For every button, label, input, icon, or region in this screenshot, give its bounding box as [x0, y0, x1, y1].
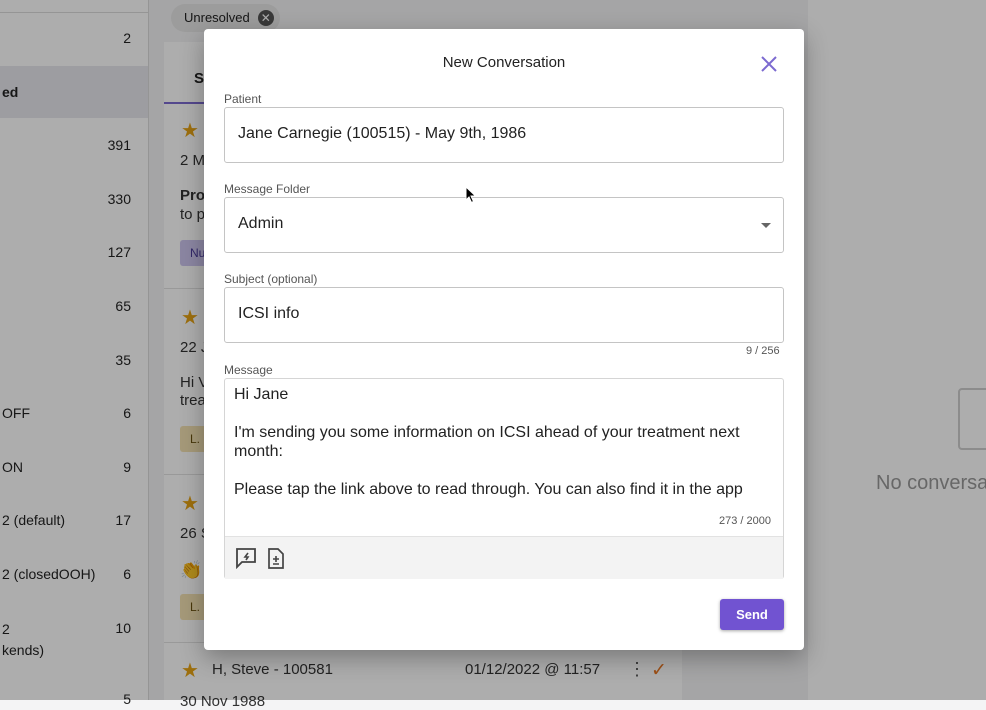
dialog-title: New Conversation: [442, 54, 566, 71]
message-textarea[interactable]: Hi Jane I'm sending you some information…: [224, 378, 784, 579]
message-text: Hi Jane I'm sending you some information…: [234, 386, 743, 498]
patient-label: Patient: [224, 92, 262, 106]
close-icon[interactable]: [757, 52, 781, 76]
send-button[interactable]: Send: [720, 599, 784, 630]
message-label: Message: [224, 363, 273, 377]
subject-label: Subject (optional): [224, 272, 318, 286]
dropdown-caret-icon: [761, 223, 771, 228]
new-conversation-dialog: New Conversation Patient Jane Carnegie (…: [204, 29, 804, 650]
quick-reply-icon[interactable]: [235, 547, 257, 569]
patient-value: Jane Carnegie (100515) - May 9th, 1986: [238, 125, 527, 142]
patient-field[interactable]: Jane Carnegie (100515) - May 9th, 1986: [224, 107, 784, 163]
message-folder-value: Admin: [238, 215, 284, 232]
mouse-cursor-icon: [465, 186, 477, 204]
subject-value: ICSI info: [238, 305, 300, 322]
message-folder-select[interactable]: Admin: [224, 197, 784, 253]
message-toolbar: [225, 536, 783, 579]
subject-input[interactable]: ICSI info: [224, 287, 784, 343]
message-folder-label: Message Folder: [224, 182, 311, 196]
message-char-counter: 273 / 2000: [719, 515, 771, 527]
attach-document-icon[interactable]: [267, 548, 285, 569]
subject-char-counter: 9 / 256: [746, 345, 780, 357]
